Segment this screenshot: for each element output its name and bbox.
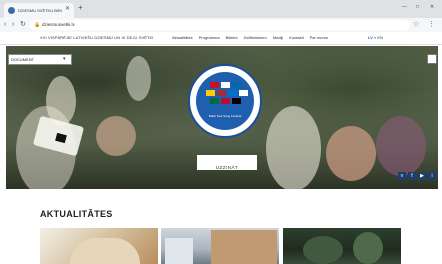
nav-item[interactable]: Biļetes (226, 32, 238, 44)
nav-item[interactable]: Kontakti (289, 32, 303, 44)
browser-menu-icon[interactable]: ⋮ (428, 20, 435, 30)
main-nav: Aktualitātes Programma Biļetes Dalībniek… (172, 32, 328, 44)
hero-banner: DOCUMENT ▾ Baltic Sea Song Festival UZZI… (6, 46, 438, 189)
logo-ring-text: Baltic Sea Song Festival (208, 114, 242, 118)
festival-logo[interactable]: Baltic Sea Song Festival (188, 64, 262, 138)
flag-icon (221, 82, 230, 88)
dropdown-label: DOCUMENT (11, 57, 35, 62)
crowd-figure (126, 56, 151, 101)
crowd-figure (326, 126, 376, 181)
nav-item[interactable]: Par mums (310, 32, 328, 44)
crowd-figure (96, 116, 136, 156)
nav-item[interactable]: Programma (199, 32, 220, 44)
flag-icon (217, 90, 226, 96)
new-tab-button[interactable]: + (78, 3, 83, 13)
expand-icon[interactable] (427, 54, 437, 64)
nav-item[interactable]: Aktualitātes (172, 32, 193, 44)
bookmark-star-icon[interactable]: ☆ (413, 20, 419, 30)
lang-other[interactable]: EN (377, 35, 383, 40)
flag-icon (232, 98, 241, 104)
browser-tab[interactable]: DZIESMU SVĒTKU BIROJS ✕ (4, 3, 74, 18)
flag-icon (232, 82, 241, 88)
url-text: dziesmusvetki.lv (42, 22, 75, 27)
news-card[interactable] (161, 228, 279, 264)
lang-current[interactable]: LV (368, 35, 373, 40)
flag-icon (221, 98, 230, 104)
news-card[interactable] (40, 228, 158, 264)
flag-icon (210, 82, 219, 88)
youtube-icon[interactable]: ▶ (418, 172, 426, 180)
card-image-building (70, 238, 140, 264)
crowd-figure (266, 106, 321, 189)
maximize-icon[interactable]: □ (416, 3, 419, 11)
card-image-trees (353, 232, 383, 264)
logo-emblem: Baltic Sea Song Festival (196, 72, 254, 130)
flag-icon (206, 90, 215, 96)
forward-icon[interactable]: › (12, 20, 14, 30)
lock-icon: 🔒 (34, 22, 41, 28)
window-close-icon[interactable]: ✕ (430, 3, 434, 11)
hero-dropdown[interactable]: DOCUMENT ▾ (8, 54, 72, 65)
cta-label: UZZINĀT (215, 165, 239, 170)
hero-cta-button[interactable]: UZZINĀT (197, 155, 257, 170)
minimize-icon[interactable]: — (402, 3, 407, 11)
nav-item[interactable]: Dalībniekiem (244, 32, 267, 44)
close-icon[interactable]: ✕ (65, 5, 70, 14)
facebook-icon[interactable]: f (408, 172, 416, 180)
language-switch[interactable]: LV ⌕ EN (368, 32, 383, 44)
site-tagline[interactable]: XXI VISPĀRĒJIE LATVIEŠU DZIESMU UN XI DE… (40, 32, 154, 44)
nav-item[interactable]: Mediji (273, 32, 283, 44)
flag-icon (210, 98, 219, 104)
url-field[interactable]: 🔒 dziesmusvetki.lv (30, 20, 410, 30)
card-image-building (211, 230, 277, 264)
reload-icon[interactable]: ↻ (20, 20, 26, 30)
news-card[interactable] (283, 228, 401, 264)
favicon-icon (8, 7, 15, 14)
browser-tab-bar: DZIESMU SVĒTKU BIROJS ✕ + — □ ✕ (0, 0, 442, 18)
tab-title: DZIESMU SVĒTKU BIROJS (18, 8, 62, 13)
flag-icon (239, 90, 248, 96)
card-image-panel (165, 238, 193, 264)
flag-icon (228, 90, 237, 96)
chevron-down-icon: ▾ (63, 56, 66, 62)
vk-icon[interactable]: v (398, 172, 406, 180)
card-image-trees (303, 236, 343, 264)
news-section-title: AKTUALITĀTES (40, 209, 113, 219)
crowd-figure (376, 116, 426, 176)
instagram-icon[interactable]: i (428, 172, 436, 180)
site-header: XXI VISPĀRĒJIE LATVIEŠU DZIESMU UN XI DE… (0, 32, 442, 45)
address-bar-row: ‹ › ↻ 🔒 dziesmusvetki.lv ☆ ⋮ (0, 18, 442, 33)
back-icon[interactable]: ‹ (4, 20, 6, 30)
